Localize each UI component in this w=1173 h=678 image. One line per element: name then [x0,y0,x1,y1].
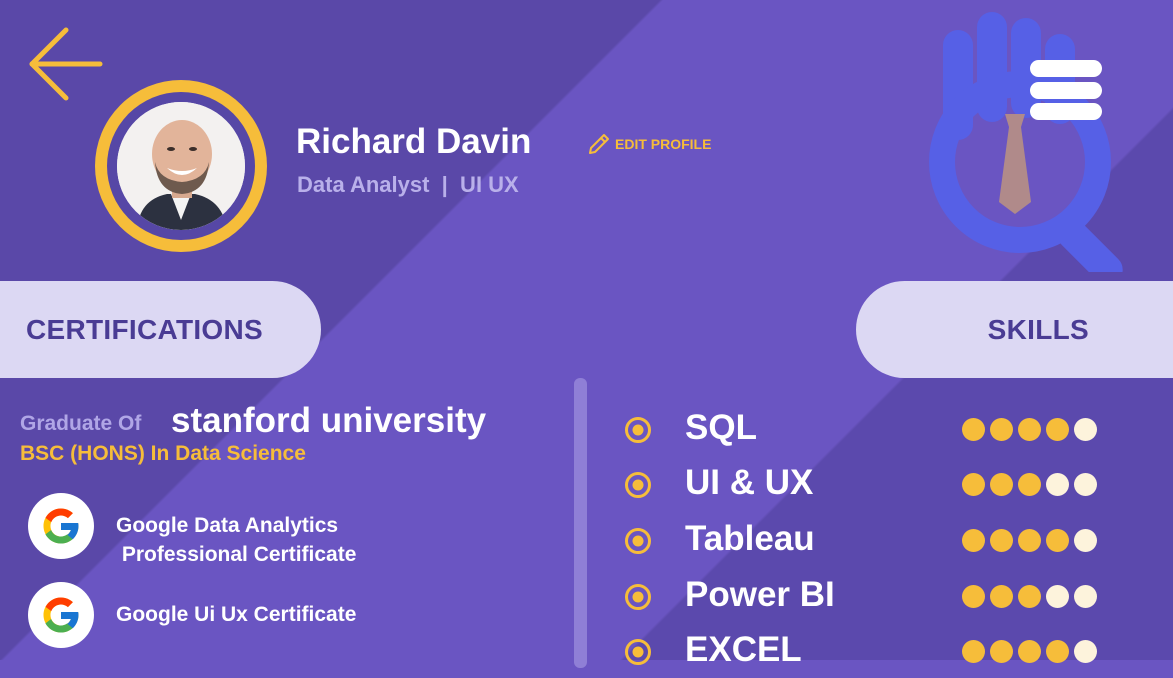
rating-dot-filled [962,418,985,441]
rating-dot-filled [962,529,985,552]
radio-bullet-icon [625,417,651,443]
certification-title: Google Ui Ux Certificate [116,603,357,626]
rating-dot-filled [962,585,985,608]
rating-dot-empty [1074,418,1097,441]
skill-rating [962,585,1097,608]
rating-dot-filled [990,529,1013,552]
certification-item[interactable]: Google Ui Ux Certificate [28,582,568,652]
skills-header[interactable]: SKILLS [856,281,1173,378]
profile-name: Richard Davin [296,122,532,161]
degree: BSC (HONS) In Data Science [20,442,306,465]
rating-dot-filled [1018,418,1041,441]
skill-name: SQL [685,408,757,447]
rating-dot-filled [1018,529,1041,552]
avatar-photo [117,102,245,230]
person-photo-icon [117,102,245,230]
google-logo-icon [28,493,94,559]
hand-search-tie-icon [929,12,1123,272]
skill-rating [962,529,1097,552]
pencil-icon [589,134,609,154]
section-divider [574,378,587,668]
skill-name: UI & UX [685,463,814,502]
menu-button[interactable] [1030,60,1102,122]
rating-dot-filled [1046,529,1069,552]
edit-profile-label: EDIT PROFILE [615,136,712,152]
rating-dot-filled [990,473,1013,496]
skills-title: SKILLS [987,313,1089,345]
rating-dot-filled [1018,473,1041,496]
rating-dot-empty [1074,585,1097,608]
certifications-title: CERTIFICATIONS [26,313,264,345]
skill-row[interactable]: Tableau [624,517,1124,567]
google-logo-icon [28,582,94,648]
rating-dot-empty [1046,473,1069,496]
rating-dot-filled [1018,585,1041,608]
skill-row[interactable]: Power BI [624,573,1124,623]
skill-row[interactable]: SQL [624,406,1124,456]
university-name: stanford university [171,401,487,440]
certification-item[interactable]: Google Data Analytics Professional Certi… [28,493,568,566]
back-arrow-icon[interactable] [26,26,104,102]
rating-dot-filled [990,418,1013,441]
skill-rating [962,473,1097,496]
certifications-header[interactable]: CERTIFICATIONS [0,281,321,378]
skill-row[interactable]: UI & UX [624,461,1124,511]
radio-bullet-icon [625,639,651,665]
avatar-border [107,92,255,240]
skill-row[interactable]: EXCEL [624,628,1124,678]
skill-name: Tableau [685,519,815,558]
rating-dot-empty [1074,529,1097,552]
radio-bullet-icon [625,584,651,610]
skill-name: Power BI [685,575,835,614]
radio-bullet-icon [625,528,651,554]
rating-dot-empty [1046,585,1069,608]
rating-dot-filled [990,585,1013,608]
skill-rating [962,418,1097,441]
graduate-prefix: Graduate Of [20,412,142,435]
rating-dot-filled [962,473,985,496]
profile-role: Data Analyst | UI UX [297,172,519,197]
rating-dot-filled [1046,418,1069,441]
radio-bullet-icon [625,472,651,498]
certification-title: Google Data Analytics Professional Certi… [116,514,357,566]
edit-profile-button[interactable]: EDIT PROFILE [587,132,711,156]
skill-name: EXCEL [685,630,802,669]
rating-dot-empty [1074,473,1097,496]
avatar[interactable] [95,80,267,252]
